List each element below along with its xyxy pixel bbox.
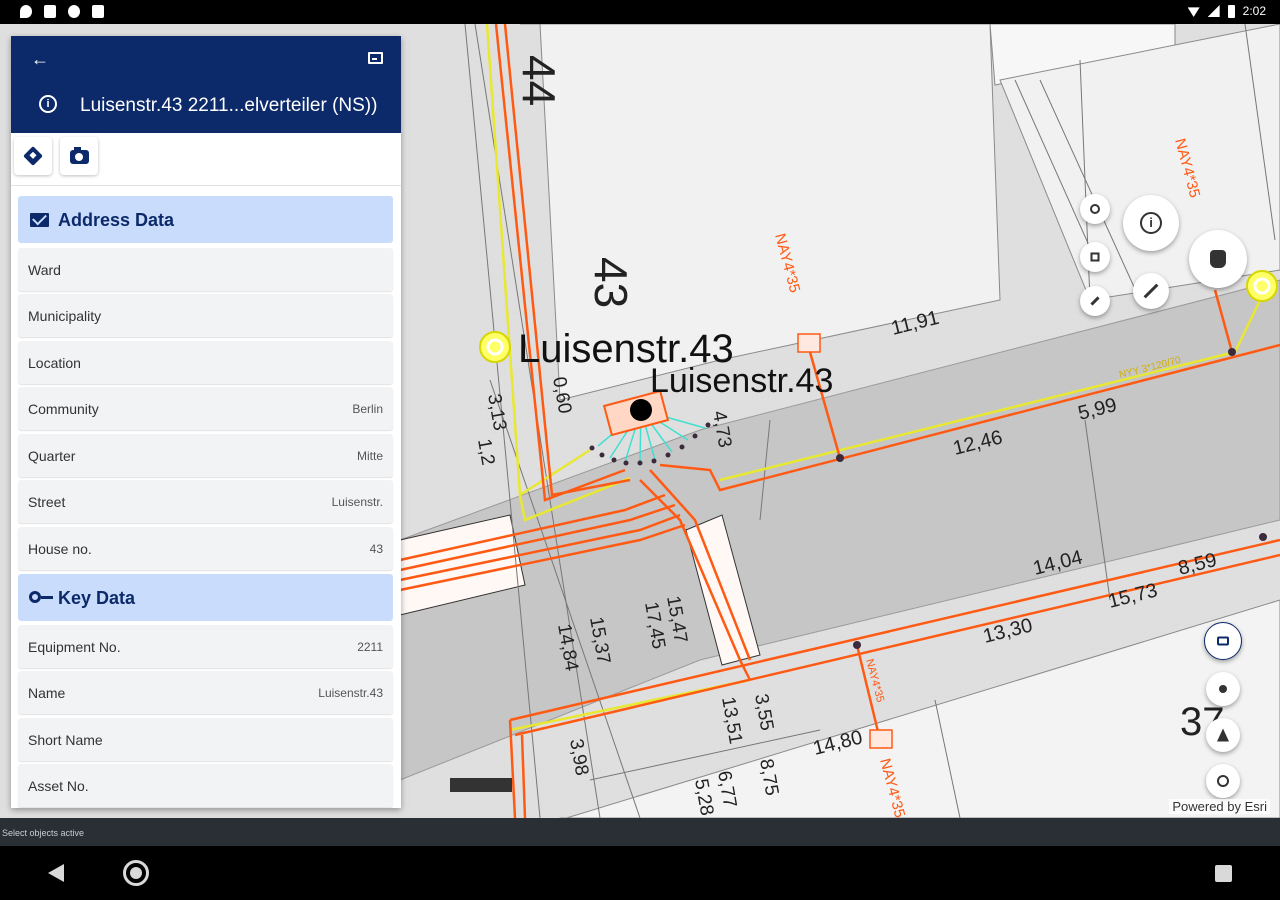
info-icon: i — [39, 95, 57, 113]
parcel-number-44: 44 — [513, 55, 565, 106]
attribute-label: Equipment No. — [28, 639, 121, 655]
add-photo-button[interactable] — [60, 137, 98, 175]
attribute-row-house-no[interactable]: House no. 43 — [18, 527, 393, 570]
attribute-value: Luisenstr. — [331, 495, 383, 509]
attribute-value: Berlin — [352, 402, 383, 416]
attribute-row-name[interactable]: Name Luisenstr.43 — [18, 671, 393, 714]
measure-button[interactable] — [1080, 286, 1110, 316]
attribute-row-equipment-no[interactable]: Equipment No. 2211 — [18, 625, 393, 668]
attribute-value: 2211 — [357, 640, 383, 654]
attribute-label: Quarter — [28, 448, 76, 464]
nav-home-button[interactable] — [123, 860, 149, 886]
attribute-row-street[interactable]: Street Luisenstr. — [18, 480, 393, 523]
attribute-row-municipality[interactable]: Municipality — [18, 294, 393, 337]
identify-button[interactable]: i — [1123, 195, 1179, 251]
mail-icon — [30, 213, 49, 227]
attribute-label: Name — [28, 685, 66, 701]
attribute-row-short-name[interactable]: Short Name — [18, 718, 393, 761]
cable-junction — [869, 729, 893, 749]
target-icon — [1090, 204, 1100, 214]
attribute-label: Ward — [28, 262, 61, 278]
attribute-value: 43 — [369, 542, 383, 556]
attribute-label: Street — [28, 494, 66, 510]
ruler-icon — [1090, 296, 1100, 306]
feature-details-panel[interactable]: ← i Luisenstr.43 2211...elverteiler (NS)… — [11, 36, 401, 808]
house-connection-marker[interactable] — [479, 331, 511, 363]
selected-node[interactable] — [630, 399, 652, 421]
attribute-label: Location — [28, 355, 81, 371]
attribute-label: Community — [28, 401, 99, 417]
screen-toggle-button[interactable] — [1204, 622, 1242, 660]
attribute-row-asset-no[interactable]: Asset No. — [18, 764, 393, 807]
location-icon — [20, 5, 32, 18]
gps-icon — [1217, 775, 1229, 787]
wifi-icon — [1187, 7, 1200, 17]
key-icon — [29, 591, 53, 603]
attribute-row-location[interactable]: Location — [18, 341, 393, 384]
notification-icons — [20, 5, 104, 18]
navigation-button[interactable] — [1206, 718, 1240, 752]
house-connection-marker[interactable] — [1246, 270, 1278, 302]
panel-header: ← i Luisenstr.43 2211...elverteiler (NS)… — [11, 36, 401, 133]
tablet-icon — [1217, 636, 1229, 646]
my-location-button[interactable] — [1206, 764, 1240, 798]
sync-icon — [68, 5, 80, 18]
app-notification-icon — [44, 5, 56, 18]
system-status-bar: 2:02 — [0, 0, 1280, 24]
sd-card-icon — [92, 5, 104, 18]
status-hint: Select objects active — [0, 818, 1280, 846]
cable-junction — [797, 333, 821, 353]
hand-pointer-icon — [1210, 250, 1226, 268]
attribute-row-ward[interactable]: Ward — [18, 248, 393, 291]
select-objects-button[interactable] — [1189, 230, 1247, 288]
parcel-number-43: 43 — [585, 257, 637, 308]
compass-icon — [1219, 685, 1227, 693]
section-title: Key Data — [58, 588, 136, 608]
battery-icon — [1227, 4, 1235, 18]
layer-toggle-button[interactable] — [1080, 194, 1110, 224]
panel-toolbar — [11, 133, 401, 186]
directions-icon — [23, 146, 43, 166]
signal-icon — [1207, 5, 1220, 17]
section-header-key-data[interactable]: Key Data — [18, 574, 393, 621]
pencil-icon — [1143, 283, 1159, 299]
section-title: Address Data — [58, 210, 175, 230]
system-navigation-bar — [0, 846, 1280, 900]
navigate-button[interactable] — [14, 137, 52, 175]
attribute-row-community[interactable]: Community Berlin — [18, 387, 393, 430]
back-arrow-icon[interactable]: ← — [31, 50, 49, 68]
attribute-value: Luisenstr.43 — [318, 686, 383, 700]
attribute-row-quarter[interactable]: Quarter Mitte — [18, 434, 393, 477]
compass-button[interactable] — [1206, 672, 1240, 706]
square-icon — [1090, 252, 1100, 262]
esri-attribution: Powered by Esri — [1169, 799, 1270, 814]
section-header-address-data[interactable]: Address Data — [18, 196, 393, 243]
attribute-value: Mitte — [356, 449, 383, 463]
street-label: Luisenstr.43 — [650, 362, 833, 400]
nav-recents-button[interactable] — [1215, 865, 1232, 882]
camera-icon — [70, 147, 89, 164]
nav-back-button[interactable] — [48, 864, 64, 882]
minimize-panel-icon[interactable] — [368, 52, 383, 64]
attribute-label: House no. — [28, 541, 92, 557]
panel-title: Luisenstr.43 2211...elverteiler (NS)) — [80, 95, 378, 116]
app-screen: 2:02 44 43 37 Luisenstr.43 Luisenstr.43 … — [0, 0, 1280, 900]
select-area-button[interactable] — [1080, 242, 1110, 272]
attribute-label: Short Name — [28, 732, 103, 748]
clock: 2:02 — [1242, 4, 1266, 18]
attribute-label: Asset No. — [28, 778, 89, 794]
attribute-label: Municipality — [28, 308, 102, 324]
edit-button[interactable] — [1133, 273, 1169, 309]
system-indicators: 2:02 — [1187, 4, 1266, 18]
navigation-arrow-icon — [1217, 728, 1229, 742]
map-feature — [450, 778, 512, 792]
info-icon: i — [1140, 212, 1162, 234]
